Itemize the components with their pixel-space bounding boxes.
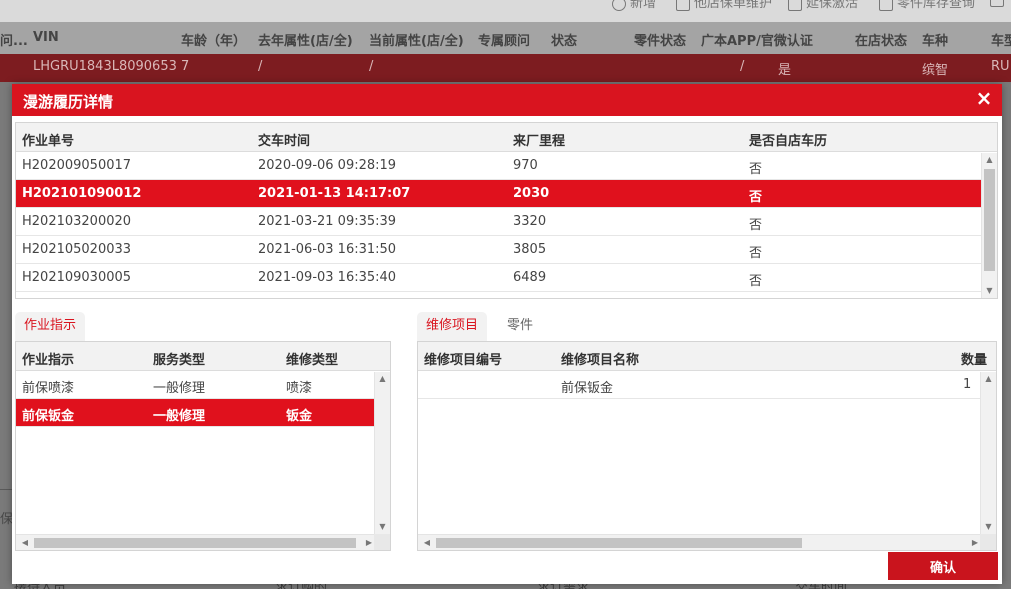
- repair-grid-header: 维修项目编号 维修项目名称 数量: [418, 342, 996, 371]
- bg-toolbar-warranty: 延保激活: [788, 0, 858, 11]
- repair-tabs: 维修项目 零件: [417, 312, 717, 342]
- instruction-tabs: 作业指示: [15, 312, 405, 342]
- col-mileage[interactable]: 来厂里程: [513, 130, 565, 149]
- scroll-thumb[interactable]: [34, 538, 356, 548]
- background-selected-row: LHGRU1843L8090653 7 / / / 是 缤智 RU: [0, 54, 1011, 82]
- table-row[interactable]: H202009050017 2020-09-06 09:28:19 970 否: [16, 152, 997, 180]
- col-delivery-time[interactable]: 交车时间: [258, 130, 310, 149]
- history-grid: 作业单号 交车时间 来厂里程 是否自店车历 H202009050017 2020…: [15, 122, 998, 299]
- bg-divider: [0, 489, 12, 490]
- scroll-up-icon[interactable]: ▲: [981, 372, 996, 386]
- instruction-horizontal-scrollbar[interactable]: ◀ ▶: [16, 534, 376, 550]
- scroll-left-icon[interactable]: ◀: [420, 535, 434, 550]
- table-row-selected[interactable]: H202101090012 2021-01-13 14:17:07 2030 否: [16, 180, 981, 208]
- table-row[interactable]: H202103200020 2021-03-21 09:35:39 3320 否: [16, 208, 997, 236]
- scroll-down-icon[interactable]: ▼: [982, 284, 997, 298]
- table-row[interactable]: H202109030005 2021-09-03 16:35:40 6489 否: [16, 264, 997, 292]
- bg-toolbar-other-store: 他店保单维护: [676, 0, 772, 11]
- scroll-thumb[interactable]: [436, 538, 802, 548]
- scroll-corner: [374, 534, 390, 550]
- instruction-grid: 作业指示 服务类型 维修类型 前保喷漆 一般修理 喷漆 前保钣金 一般修理 钣金…: [15, 341, 391, 551]
- history-grid-header: 作业单号 交车时间 来厂里程 是否自店车历: [16, 123, 997, 152]
- close-icon[interactable]: ×: [974, 88, 994, 108]
- repair-horizontal-scrollbar[interactable]: ◀ ▶: [418, 534, 982, 550]
- document-icon: [676, 0, 690, 11]
- scroll-down-icon[interactable]: ▼: [375, 520, 390, 534]
- tab-work-instruction[interactable]: 作业指示: [15, 312, 86, 342]
- table-row[interactable]: 前保喷漆 一般修理 喷漆: [16, 371, 390, 399]
- scroll-corner: [980, 534, 996, 550]
- table-row[interactable]: H202105020033 2021-06-03 16:31:50 3805 否: [16, 236, 997, 264]
- instruction-vertical-scrollbar[interactable]: ▲ ▼: [374, 372, 390, 534]
- scroll-thumb[interactable]: [984, 169, 995, 271]
- col-own-store[interactable]: 是否自店车历: [749, 130, 827, 149]
- grid-icon: [879, 0, 893, 11]
- roaming-history-dialog: 漫游履历详情 × 作业单号 交车时间 来厂里程 是否自店车历 H20200905…: [12, 84, 1002, 584]
- dialog-header: 漫游履历详情 ×: [12, 84, 1002, 116]
- plus-circle-icon: [612, 0, 626, 11]
- scroll-up-icon[interactable]: ▲: [982, 153, 997, 167]
- repair-vertical-scrollbar[interactable]: ▲ ▼: [980, 372, 996, 534]
- tab-parts[interactable]: 零件: [498, 312, 542, 342]
- table-row-selected[interactable]: 前保钣金 一般修理 钣金: [16, 399, 390, 427]
- bg-toolbar-add: 新增: [612, 0, 656, 11]
- bg-toolbar-parts: 零件库存查询: [879, 0, 975, 11]
- instruction-grid-header: 作业指示 服务类型 维修类型: [16, 342, 390, 371]
- history-vertical-scrollbar[interactable]: ▲ ▼: [981, 153, 997, 298]
- repair-item-grid: 维修项目编号 维修项目名称 数量 前保钣金 1 ▲ ▼ ◀ ▶: [417, 341, 997, 551]
- table-row[interactable]: 前保钣金 1: [418, 371, 996, 399]
- background-table-header: 问... VIN 车龄（年） 去年属性(店/全) 当前属性(店/全) 专属顾问 …: [0, 22, 1011, 54]
- plus-square-icon: [990, 0, 1004, 7]
- scroll-up-icon[interactable]: ▲: [375, 372, 390, 386]
- dialog-title: 漫游履历详情: [23, 93, 114, 111]
- scroll-down-icon[interactable]: ▼: [981, 520, 996, 534]
- background-toolbar: 新增 他店保单维护 延保激活 零件库存查询: [0, 0, 1011, 22]
- col-work-order[interactable]: 作业单号: [22, 130, 74, 149]
- confirm-button[interactable]: 确认: [888, 552, 998, 580]
- bg-toolbar-extra: [990, 0, 1008, 7]
- tab-repair-items[interactable]: 维修项目: [417, 312, 488, 342]
- scroll-left-icon[interactable]: ◀: [18, 535, 32, 550]
- edit-icon: [788, 0, 802, 11]
